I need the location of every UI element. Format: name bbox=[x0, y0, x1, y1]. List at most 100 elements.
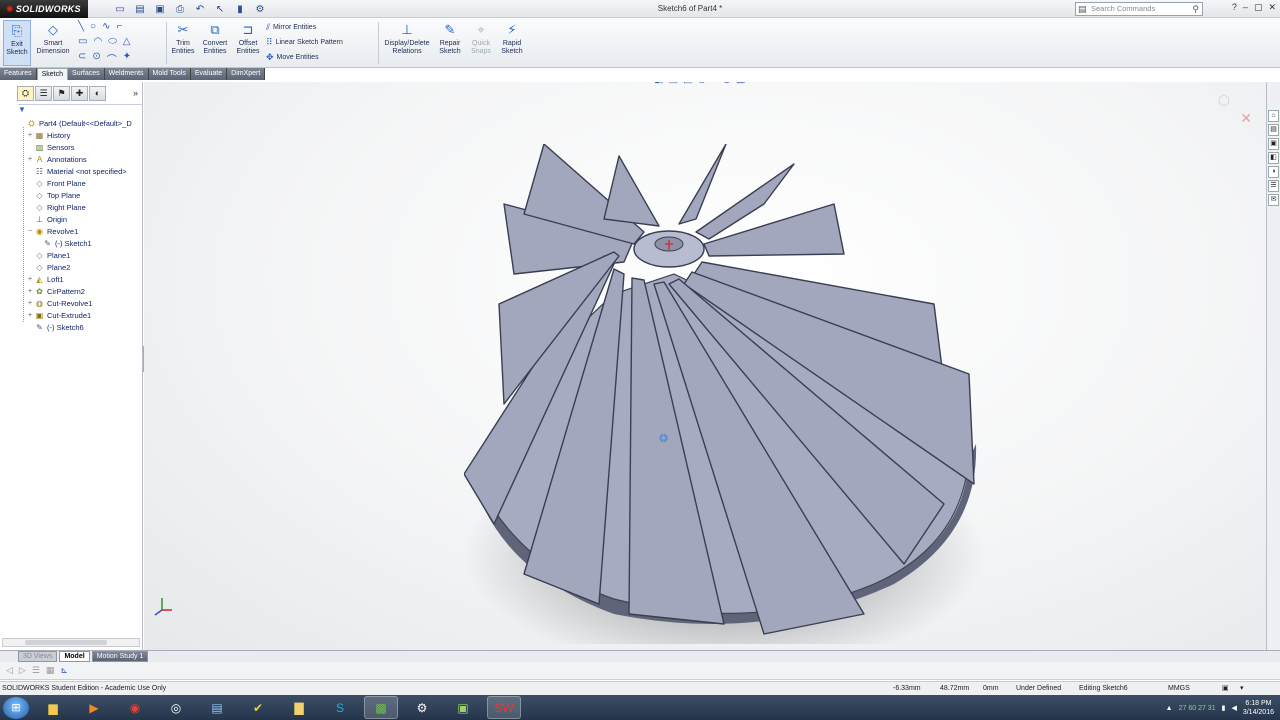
norton-app-icon[interactable]: ✔ bbox=[241, 696, 275, 719]
tree-item[interactable]: + ▦ History bbox=[0, 130, 143, 142]
ellipse-icon[interactable]: ⬭ bbox=[108, 36, 117, 47]
search-icon[interactable]: ⚲ bbox=[1192, 3, 1199, 15]
tree-item[interactable]: ▨ Sensors bbox=[0, 142, 143, 154]
media-player-app-icon[interactable]: ▶ bbox=[77, 696, 111, 719]
graphics-area[interactable]: ⊕ ⊖ ↩ ◧ ▣ ◩ ◎ ● ◍ ▦ ▭ ▯ – ▢ ✕ ⬡ ✕ bbox=[144, 82, 1266, 650]
tree-item[interactable]: ◇ Plane2 bbox=[0, 262, 143, 274]
tree-item[interactable]: ☷ Material <not specified> bbox=[0, 166, 143, 178]
expand-toggle-icon[interactable]: + bbox=[26, 274, 34, 286]
network-app-icon[interactable]: ▣ bbox=[446, 696, 480, 719]
first-frame-icon[interactable]: ◁ bbox=[6, 665, 13, 676]
centerline-icon[interactable]: ⌒ bbox=[107, 51, 117, 66]
fillet-icon[interactable]: ⌐ bbox=[116, 21, 122, 32]
mirror-entities-button[interactable]: ⫽ Mirror Entities bbox=[266, 22, 316, 33]
circle-icon[interactable]: ○ bbox=[90, 21, 96, 32]
line-icon[interactable]: ╲ bbox=[78, 21, 84, 32]
display-manager-tab-icon[interactable]: ◐ bbox=[89, 86, 106, 101]
smart-dimension-button[interactable]: ◇ Smart Dimension bbox=[34, 20, 72, 66]
skype-app-icon[interactable]: S bbox=[323, 696, 357, 719]
tab-evaluate[interactable]: Evaluate bbox=[190, 68, 228, 80]
list-icon[interactable]: ☰ bbox=[32, 665, 40, 676]
appearances-icon[interactable]: ◑ bbox=[1268, 166, 1279, 178]
expand-toggle-icon[interactable]: + bbox=[26, 130, 34, 142]
exit-sketch-button[interactable]: ⎘ Exit Sketch bbox=[3, 20, 31, 66]
triad-small-icon[interactable]: ⊾ bbox=[60, 665, 68, 676]
viewport-tile-icon[interactable]: ▯ bbox=[1218, 82, 1222, 83]
viewport-close-icon[interactable]: ✕ bbox=[1249, 82, 1256, 83]
spline-icon[interactable]: ∿ bbox=[102, 21, 110, 32]
tab-weldments[interactable]: Weldments bbox=[104, 68, 149, 80]
bottom-tab-3d-views[interactable]: 3D Views bbox=[18, 651, 58, 662]
tree-item[interactable]: ◇ Plane1 bbox=[0, 250, 143, 262]
view-palette-icon[interactable]: ◧ bbox=[1268, 152, 1279, 164]
maximize-icon[interactable]: ▢ bbox=[1254, 2, 1263, 13]
tree-item[interactable]: − ◉ Revolve1 bbox=[0, 226, 143, 238]
network-icon[interactable]: ▮ bbox=[1222, 704, 1226, 712]
expand-toggle-icon[interactable]: + bbox=[26, 286, 34, 298]
resources-icon[interactable]: ⌂ bbox=[1268, 110, 1279, 122]
viewport-restore-icon[interactable]: ▭ bbox=[1205, 82, 1213, 83]
view-orientation-icon[interactable]: ▣ bbox=[669, 82, 678, 85]
display-delete-relations-button[interactable]: ⊥ Display/Delete Relations bbox=[382, 20, 432, 66]
search-commands-input[interactable]: ▤ Search Commands ⚲ bbox=[1075, 2, 1203, 16]
quick-snaps-button[interactable]: ⌖ Quick Snaps bbox=[468, 20, 494, 66]
solidworks-forum-icon[interactable]: ✉ bbox=[1268, 194, 1279, 206]
display-style-icon[interactable]: ◩ bbox=[683, 82, 692, 85]
tab-sketch[interactable]: Sketch bbox=[36, 68, 69, 80]
slot-icon[interactable]: ⊂ bbox=[78, 51, 86, 66]
previous-view-icon[interactable]: ↩ bbox=[641, 82, 649, 85]
rebuild-status-icon[interactable]: ▣ bbox=[1222, 682, 1229, 696]
impeller-model[interactable] bbox=[464, 144, 984, 644]
tab-features[interactable]: Features bbox=[0, 68, 37, 80]
point-icon[interactable]: ⊙ bbox=[92, 51, 100, 66]
design-library-icon[interactable]: ▤ bbox=[1268, 124, 1279, 136]
expand-toggle-icon[interactable]: + bbox=[26, 310, 34, 322]
apply-scene-icon[interactable]: ◍ bbox=[722, 82, 731, 85]
bottom-tab-model[interactable]: Model bbox=[59, 651, 90, 662]
custom-properties-icon[interactable]: ☰ bbox=[1268, 180, 1279, 192]
tree-item[interactable]: ◇ Right Plane bbox=[0, 202, 143, 214]
cancel-sketch-icon[interactable]: ✕ bbox=[1240, 110, 1252, 127]
file-explorer-app-icon[interactable]: ▆ bbox=[36, 696, 70, 719]
tree-item[interactable]: ✎ (-) Sketch6 bbox=[0, 322, 143, 334]
configuration-tab-icon[interactable]: ⚑ bbox=[53, 86, 70, 101]
steam-app-icon[interactable]: ◎ bbox=[159, 696, 193, 719]
linear-sketch-pattern-button[interactable]: ⠿ Linear Sketch Pattern bbox=[266, 37, 343, 48]
viewport-maximize-icon[interactable]: ▢ bbox=[1237, 82, 1245, 83]
hide-show-icon[interactable]: ◎ bbox=[698, 82, 707, 85]
expand-tabs-icon[interactable]: » bbox=[133, 88, 138, 98]
system-clock[interactable]: 6:18 PM 3/14/2016 bbox=[1243, 699, 1274, 717]
edit-appearance-icon[interactable]: ● bbox=[711, 82, 717, 85]
dimxpert-tab-icon[interactable]: ✚ bbox=[71, 86, 88, 101]
windows-start-icon[interactable]: ⊞ bbox=[3, 696, 29, 719]
view-settings-icon[interactable]: ▦ bbox=[736, 82, 745, 85]
tree-item[interactable]: + ▣ Cut-Extrude1 bbox=[0, 310, 143, 322]
chrome-app-icon[interactable]: ◉ bbox=[118, 696, 152, 719]
minecraft-app-icon[interactable]: ▩ bbox=[364, 696, 398, 719]
folder-app-icon[interactable]: ▇ bbox=[282, 696, 316, 719]
tree-item[interactable]: + A Annotations bbox=[0, 154, 143, 166]
propertymanager-tab-icon[interactable]: ☰ bbox=[35, 86, 52, 101]
scroll-thumb[interactable] bbox=[25, 640, 107, 645]
convert-entities-button[interactable]: ⧉ Convert Entities bbox=[200, 20, 230, 66]
tree-item[interactable]: ◇ Front Plane bbox=[0, 178, 143, 190]
section-view-icon[interactable]: ◧ bbox=[654, 82, 663, 85]
tab-mold-tools[interactable]: Mold Tools bbox=[148, 68, 191, 80]
panel-scrollbar[interactable] bbox=[2, 638, 140, 647]
file-explorer-icon[interactable]: ▣ bbox=[1268, 138, 1279, 150]
tree-item[interactable]: + ◍ Cut-Revolve1 bbox=[0, 298, 143, 310]
tree-item[interactable]: ⊥ Origin bbox=[0, 214, 143, 226]
repair-sketch-button[interactable]: ✎ Repair Sketch bbox=[436, 20, 464, 66]
solidworks-app-icon[interactable]: SW bbox=[487, 696, 521, 719]
close-icon[interactable]: ✕ bbox=[1268, 2, 1276, 13]
expand-toggle-icon[interactable]: − bbox=[26, 226, 34, 238]
rectangle-icon[interactable]: ▭ bbox=[78, 36, 87, 47]
arc-icon[interactable]: ◠ bbox=[93, 36, 102, 47]
tree-item[interactable]: + ◭ Loft1 bbox=[0, 274, 143, 286]
help-icon[interactable]: ? bbox=[1232, 2, 1237, 13]
expand-toggle-icon[interactable]: + bbox=[26, 154, 34, 166]
steam-client-app-icon[interactable]: ⚙ bbox=[405, 696, 439, 719]
viewport-minimize-icon[interactable]: – bbox=[1227, 82, 1231, 83]
text-sketch-icon[interactable]: ✦ bbox=[123, 51, 131, 66]
bottom-tab-motion-study-1[interactable]: Motion Study 1 bbox=[91, 651, 149, 662]
